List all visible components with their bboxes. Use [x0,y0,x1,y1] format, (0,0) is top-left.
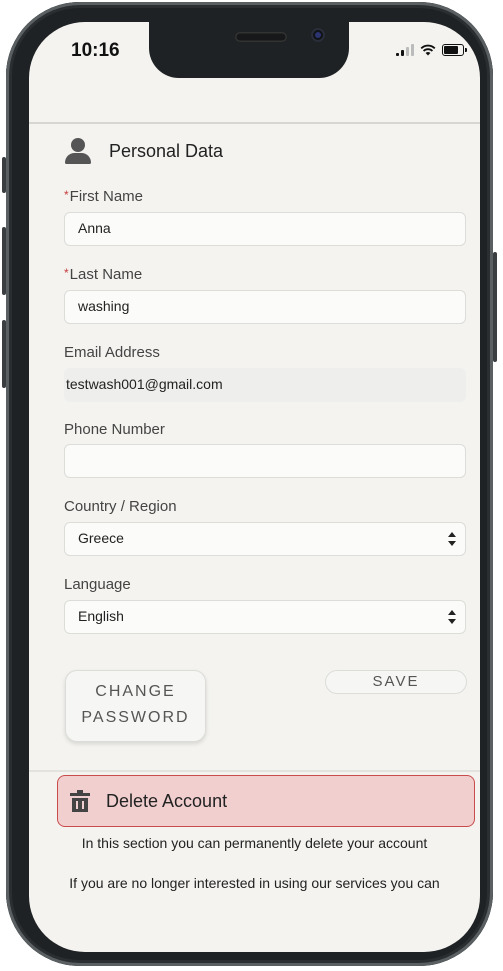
required-marker: * [64,266,69,280]
status-time: 10:16 [71,40,120,61]
wifi-icon [420,44,436,56]
battery-icon [442,44,467,56]
section-title: Personal Data [109,140,224,161]
email-label: Email Address [64,344,160,361]
personal-data-header: Personal Data [65,138,223,164]
volume-down-button [2,320,6,388]
first-name-label: *First Name [64,188,144,205]
phone-frame: 10:16 Personal Data *First Name Anna *La… [2,2,497,966]
trash-icon [70,790,90,812]
language-select[interactable]: English [64,600,466,634]
last-name-input[interactable]: washing [64,290,466,324]
email-field: testwash001@gmail.com [64,368,466,402]
last-name-label: *Last Name [64,266,143,283]
save-button[interactable]: SAVE [325,670,467,694]
power-button [493,252,497,362]
person-icon [65,138,91,164]
header-divider [29,122,480,124]
change-password-button[interactable]: CHANGE PASSWORD [65,670,206,742]
delete-info-text-2: If you are no longer interested in using… [69,875,440,891]
notch [149,22,349,78]
speaker [235,32,287,42]
required-marker: * [64,188,69,202]
delete-divider [29,770,480,772]
signal-icon [396,44,414,56]
language-label: Language [64,576,131,593]
delete-account-header[interactable]: Delete Account [57,775,475,827]
select-arrows-icon [448,610,456,624]
delete-info-text: In this section you can permanently dele… [81,835,428,851]
language-value: English [78,608,124,624]
status-icons [396,44,467,56]
phone-label: Phone Number [64,421,165,438]
mute-switch [2,157,6,193]
country-select[interactable]: Greece [64,522,466,556]
phone-input[interactable] [64,444,466,478]
select-arrows-icon [448,532,456,546]
volume-up-button [2,227,6,295]
country-label: Country / Region [64,498,177,515]
delete-account-title: Delete Account [106,790,228,811]
country-value: Greece [78,530,124,546]
camera [311,28,325,42]
first-name-input[interactable]: Anna [64,212,466,246]
phone-screen: 10:16 Personal Data *First Name Anna *La… [29,22,480,952]
